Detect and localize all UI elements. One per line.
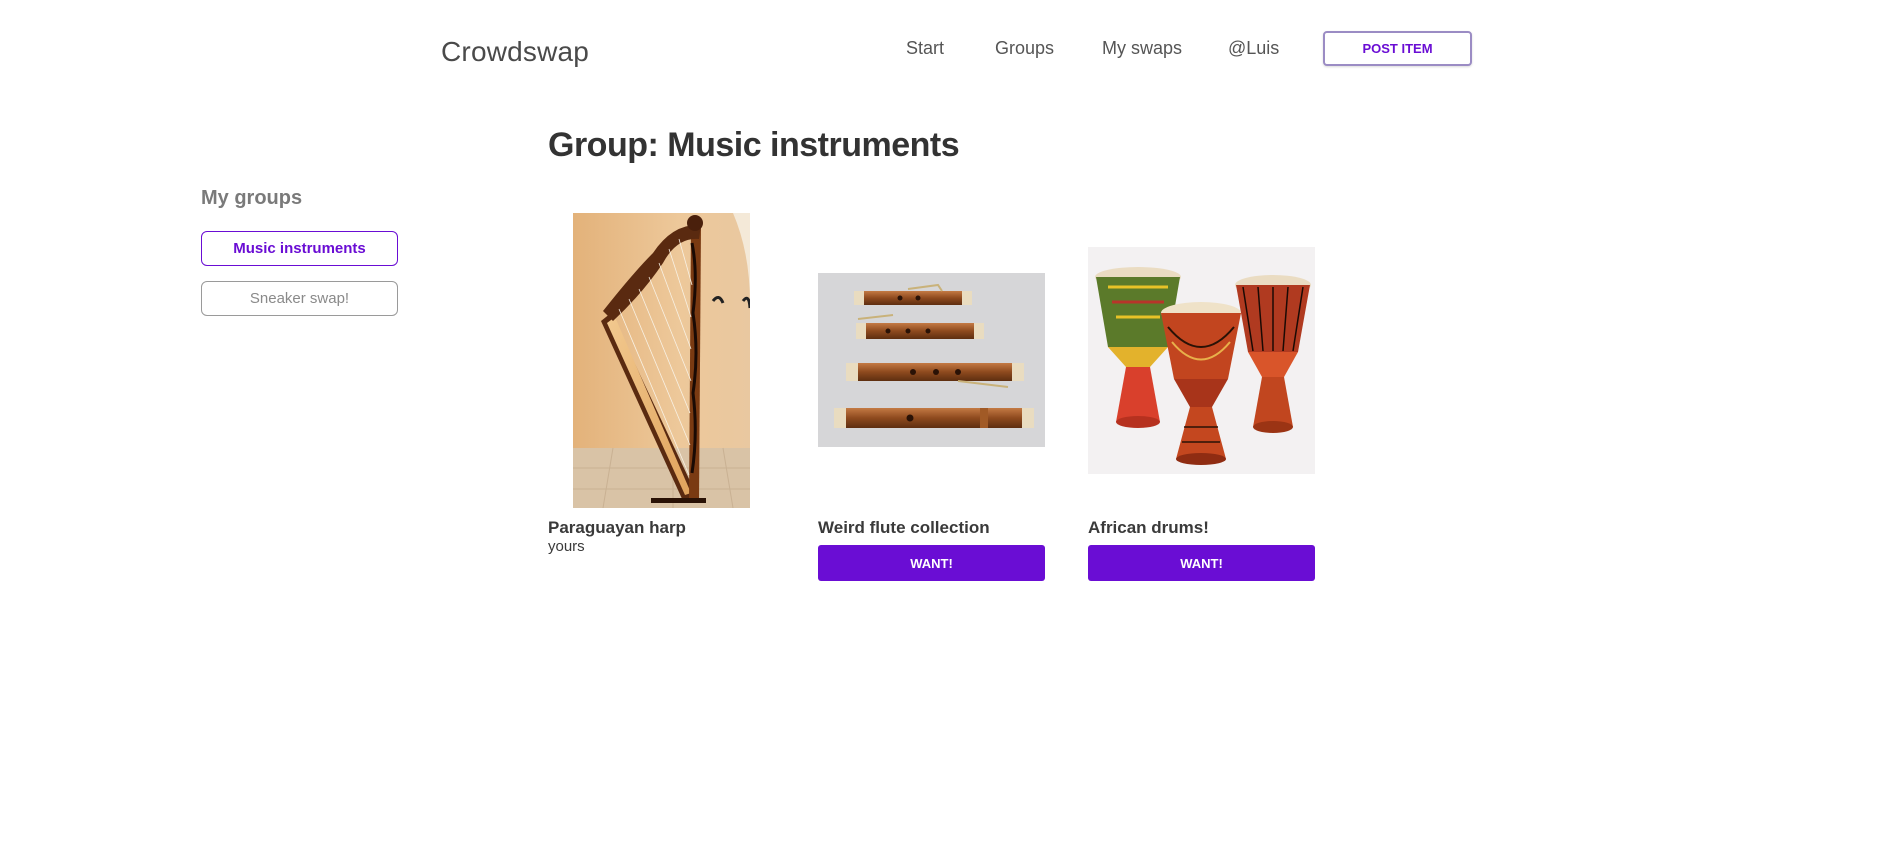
flutes-illustration bbox=[818, 273, 1045, 447]
post-item-button[interactable]: POST ITEM bbox=[1323, 31, 1472, 66]
nav-user-link[interactable]: @Luis bbox=[1228, 38, 1279, 59]
want-button-drums[interactable]: WANT! bbox=[1088, 545, 1315, 581]
drums-illustration bbox=[1088, 247, 1315, 474]
nav-groups-link[interactable]: Groups bbox=[995, 38, 1054, 59]
item-title-harp[interactable]: Paraguayan harp bbox=[548, 518, 686, 538]
flutes-image[interactable] bbox=[818, 273, 1045, 447]
item-owner-label: yours bbox=[548, 538, 585, 555]
page: Crowdswap Start Groups My swaps @Luis PO… bbox=[0, 0, 1897, 862]
nav-my-swaps-link[interactable]: My swaps bbox=[1102, 38, 1182, 59]
item-title-drums[interactable]: African drums! bbox=[1088, 518, 1209, 538]
group-sneaker-swap-button[interactable]: Sneaker swap! bbox=[201, 281, 398, 316]
item-title-flutes[interactable]: Weird flute collection bbox=[818, 518, 990, 538]
sidebar-title: My groups bbox=[201, 187, 303, 209]
harp-image[interactable] bbox=[573, 213, 750, 508]
group-music-instruments-button[interactable]: Music instruments bbox=[201, 231, 398, 266]
drums-image[interactable] bbox=[1088, 247, 1315, 474]
app-logo[interactable]: Crowdswap bbox=[441, 36, 589, 68]
nav-start-link[interactable]: Start bbox=[906, 38, 944, 59]
harp-illustration bbox=[573, 213, 750, 508]
page-title: Group: Music instruments bbox=[548, 126, 960, 164]
want-button-flutes[interactable]: WANT! bbox=[818, 545, 1045, 581]
